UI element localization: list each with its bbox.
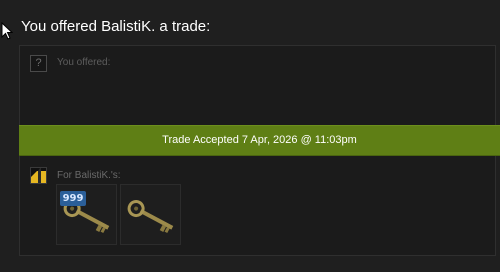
for-user-label: For BalistiK.'s: xyxy=(57,170,121,181)
trade-item-key[interactable]: 999 xyxy=(56,184,117,245)
trade-heading: You offered BalistiK. a trade: xyxy=(21,18,211,35)
item-quantity-badge: 999 xyxy=(60,191,86,206)
mouse-cursor-icon xyxy=(1,22,13,40)
you-offered-label: You offered: xyxy=(57,57,111,68)
user-avatar-image xyxy=(31,168,46,183)
trade-status-banner: Trade Accepted 7 Apr, 2026 @ 11:03pm xyxy=(19,125,500,156)
unknown-avatar-icon: ? xyxy=(30,55,47,72)
user-avatar[interactable] xyxy=(30,167,47,184)
key-icon xyxy=(127,200,174,234)
trade-item-key[interactable] xyxy=(120,184,181,245)
